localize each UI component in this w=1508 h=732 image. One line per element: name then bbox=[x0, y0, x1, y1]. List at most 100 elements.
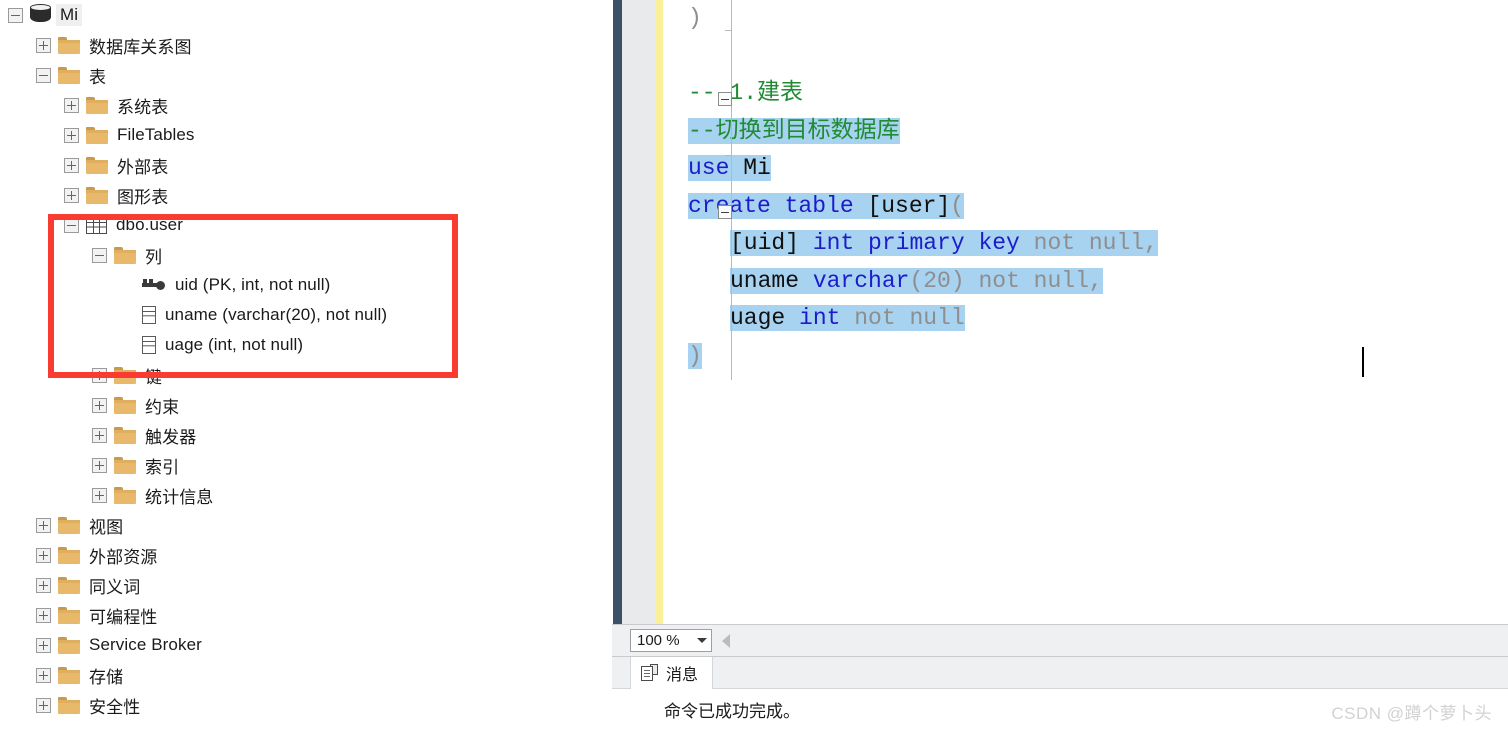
code-token: varchar bbox=[812, 267, 910, 294]
code-token: use bbox=[688, 155, 744, 181]
code-line: use Mi bbox=[663, 150, 1508, 188]
code-token: int bbox=[799, 305, 841, 331]
tree-node[interactable]: 索引 bbox=[0, 450, 612, 480]
code-line: create table [user]( bbox=[663, 188, 1508, 226]
key-icon bbox=[142, 278, 166, 292]
code-line: ) bbox=[663, 0, 1508, 38]
code-token: -- 1.建表 bbox=[688, 80, 804, 106]
triangle-left-icon[interactable] bbox=[722, 633, 730, 648]
tree-node[interactable]: uid (PK, int, not null) bbox=[0, 270, 612, 300]
collapse-icon[interactable] bbox=[8, 7, 23, 23]
code-line: uage int not null bbox=[663, 300, 1508, 338]
code-token: not null bbox=[840, 305, 965, 331]
tree-node[interactable]: 外部表 bbox=[0, 150, 612, 180]
unsaved-change-bar bbox=[655, 0, 663, 624]
expand-icon[interactable] bbox=[36, 37, 51, 53]
editor-zoom-bar[interactable]: 100 % bbox=[612, 624, 1508, 656]
tree-node[interactable]: 统计信息 bbox=[0, 480, 612, 510]
zoom-level-select[interactable]: 100 % bbox=[630, 629, 712, 652]
text-caret bbox=[1362, 347, 1364, 377]
tree-node[interactable]: 表 bbox=[0, 60, 612, 90]
expand-icon[interactable] bbox=[36, 667, 51, 683]
tab-messages[interactable]: 消息 bbox=[630, 657, 714, 689]
tree-node[interactable]: FileTables bbox=[0, 120, 612, 150]
expand-icon[interactable] bbox=[92, 457, 107, 473]
ssms-window: Mi 数据库关系图表系统表 FileTables 外部表 图形表 dbo.user 列 uid… bbox=[0, 0, 1508, 732]
folder-icon bbox=[114, 456, 136, 474]
tree-node[interactable]: 同义词 bbox=[0, 570, 612, 600]
tree-node-label: 键 bbox=[145, 367, 163, 387]
tree-node[interactable]: 约束 bbox=[0, 390, 612, 420]
tree-node[interactable]: 数据库关系图 bbox=[0, 30, 612, 60]
code-token: [uid] bbox=[730, 230, 813, 256]
expand-icon[interactable] bbox=[36, 577, 51, 593]
tree-node-label: 外部表 bbox=[117, 157, 169, 177]
expand-icon[interactable] bbox=[92, 397, 107, 413]
tree-node[interactable]: Mi bbox=[0, 0, 612, 30]
code-token: ( bbox=[950, 192, 965, 219]
tree-node[interactable]: uname (varchar(20), not null) bbox=[0, 300, 612, 330]
folder-icon bbox=[58, 696, 80, 714]
collapse-icon[interactable] bbox=[92, 247, 107, 263]
tree-node[interactable]: 存储 bbox=[0, 660, 612, 690]
code-token: not null, bbox=[964, 267, 1103, 294]
tree-node[interactable]: Service Broker bbox=[0, 630, 612, 660]
tree-node-label: dbo.user bbox=[116, 215, 183, 234]
tree-node[interactable]: 视图 bbox=[0, 510, 612, 540]
object-explorer-tree[interactable]: Mi 数据库关系图表系统表 FileTables 外部表图形表 dbo.user 列 uid… bbox=[0, 0, 612, 732]
tree-node-label: 外部资源 bbox=[89, 547, 158, 567]
folder-icon bbox=[58, 666, 80, 684]
code-token: ) bbox=[688, 5, 702, 31]
folder-icon bbox=[58, 516, 80, 534]
fold-marker-comment[interactable] bbox=[718, 92, 732, 106]
code-line: -- 1.建表 bbox=[663, 75, 1508, 113]
tree-node-label: uage (int, not null) bbox=[165, 335, 304, 354]
folder-icon bbox=[58, 606, 80, 624]
expand-icon[interactable] bbox=[92, 427, 107, 443]
tree-node-label: 图形表 bbox=[117, 187, 169, 207]
fold-marker-create-table[interactable] bbox=[718, 205, 732, 219]
expand-icon[interactable] bbox=[36, 697, 51, 713]
tree-node[interactable]: dbo.user bbox=[0, 210, 612, 240]
expand-icon[interactable] bbox=[92, 367, 107, 383]
tree-node-label: 安全性 bbox=[89, 697, 141, 717]
tree-node[interactable]: 图形表 bbox=[0, 180, 612, 210]
folder-icon bbox=[58, 546, 80, 564]
tree-node-label: 系统表 bbox=[117, 97, 169, 117]
tree-node[interactable]: 键 bbox=[0, 360, 612, 390]
guide-tick bbox=[725, 30, 732, 31]
expand-icon[interactable] bbox=[36, 547, 51, 563]
tree-node-label: 表 bbox=[89, 67, 107, 87]
tree-node[interactable]: 外部资源 bbox=[0, 540, 612, 570]
tree-node[interactable]: 可编程性 bbox=[0, 600, 612, 630]
expand-icon[interactable] bbox=[36, 637, 51, 653]
expand-icon[interactable] bbox=[36, 607, 51, 623]
tree-node[interactable]: 安全性 bbox=[0, 690, 612, 720]
tree-node-label: 同义词 bbox=[89, 577, 141, 597]
sql-editor-pane[interactable]: ) -- 1.建表 --切换到目标数据库 use Mi create table [u… bbox=[612, 0, 1508, 732]
expand-icon[interactable] bbox=[92, 487, 107, 503]
expand-icon[interactable] bbox=[64, 157, 79, 173]
collapse-icon[interactable] bbox=[36, 67, 51, 83]
tree-node[interactable]: 触发器 bbox=[0, 420, 612, 450]
code-text-area[interactable]: ) -- 1.建表 --切换到目标数据库 use Mi create table [u… bbox=[663, 0, 1508, 624]
collapse-icon[interactable] bbox=[64, 217, 79, 233]
tree-node[interactable]: 系统表 bbox=[0, 90, 612, 120]
code-token: Mi bbox=[743, 155, 771, 181]
chevron-down-icon[interactable] bbox=[697, 638, 707, 643]
folder-icon bbox=[114, 396, 136, 414]
code-line: --切换到目标数据库 bbox=[663, 113, 1508, 151]
tree-node[interactable]: uage (int, not null) bbox=[0, 330, 612, 360]
database-icon bbox=[30, 4, 51, 26]
expand-icon[interactable] bbox=[36, 517, 51, 533]
tree-node[interactable]: 列 bbox=[0, 240, 612, 270]
expand-icon[interactable] bbox=[64, 97, 79, 113]
tree-node-label: 可编程性 bbox=[89, 607, 158, 627]
zoom-level-value: 100 % bbox=[637, 632, 680, 649]
code-token: int primary key bbox=[812, 230, 1034, 256]
expand-icon[interactable] bbox=[64, 127, 79, 143]
tree-node-label: 索引 bbox=[145, 457, 180, 477]
expand-icon[interactable] bbox=[64, 187, 79, 203]
folder-icon bbox=[58, 636, 80, 654]
editor-left-border bbox=[613, 0, 622, 624]
